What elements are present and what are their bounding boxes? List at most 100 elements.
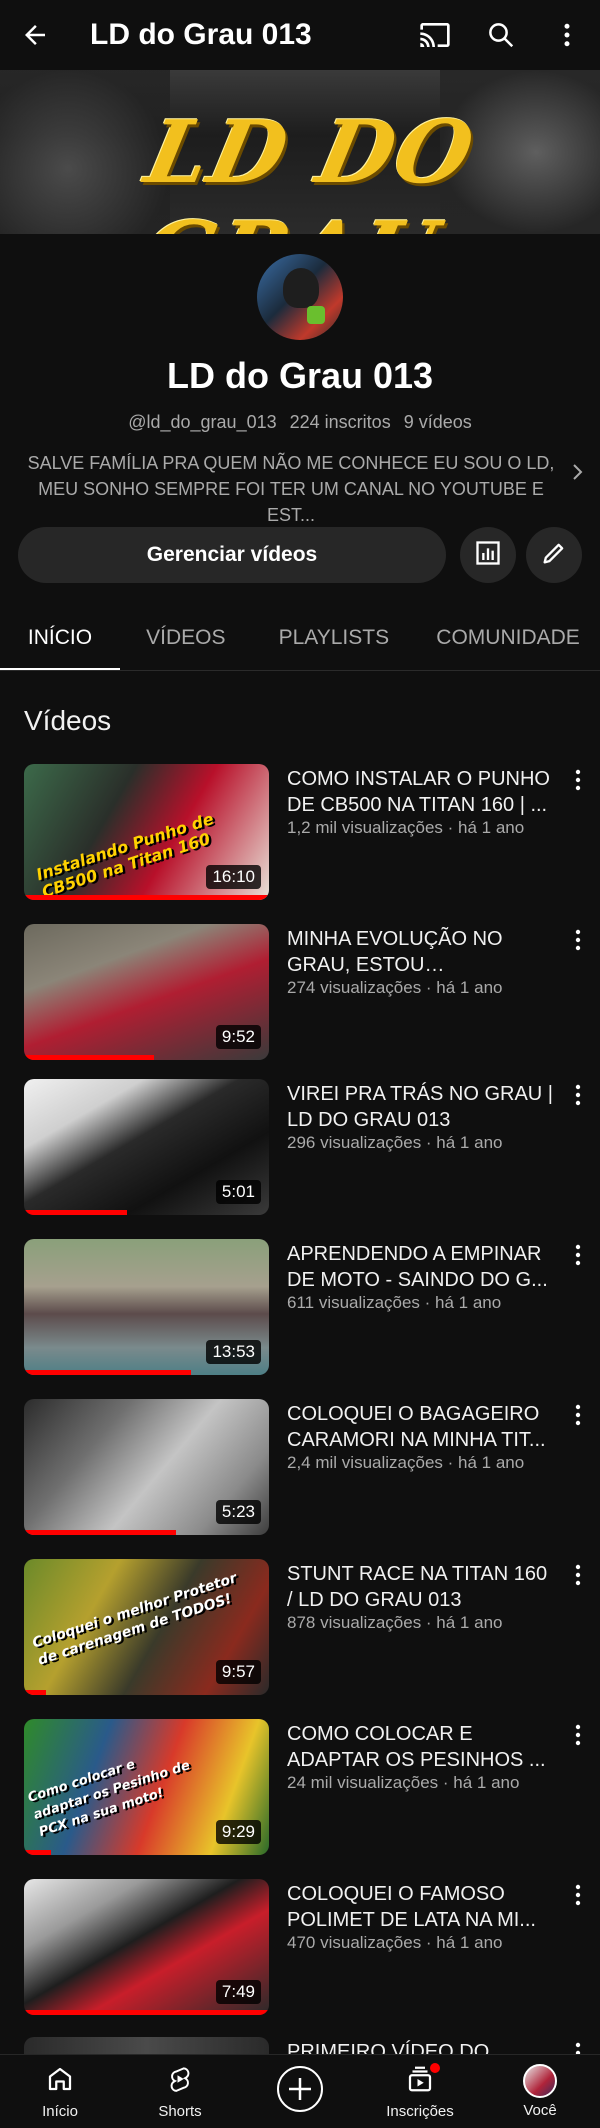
duration-badge: 16:10 bbox=[206, 865, 261, 889]
watch-progress-bar bbox=[24, 2010, 269, 2015]
bottom-navigation: Início Shorts Inscrições Você bbox=[0, 2054, 600, 2128]
nav-shorts[interactable]: Shorts bbox=[120, 2055, 240, 2128]
edit-channel-button[interactable] bbox=[526, 527, 582, 583]
video-thumbnail[interactable]: 5:01 bbox=[24, 1079, 269, 1215]
analytics-icon bbox=[474, 539, 502, 572]
video-meta: 296 visualizações · há 1 ano bbox=[287, 1133, 503, 1152]
cast-icon[interactable] bbox=[402, 0, 468, 70]
video-meta: 470 visualizações · há 1 ano bbox=[287, 1933, 503, 1952]
home-icon bbox=[45, 2064, 75, 2099]
top-app-bar: LD do Grau 013 bbox=[0, 0, 600, 70]
video-thumbnail[interactable]: 9:52 bbox=[24, 924, 269, 1060]
avatar-face bbox=[283, 268, 319, 308]
chevron-right-icon[interactable] bbox=[565, 460, 589, 484]
watch-progress-bar bbox=[24, 1850, 51, 1855]
more-vert-icon[interactable] bbox=[566, 1881, 590, 1909]
more-vert-icon[interactable] bbox=[566, 766, 590, 794]
watch-progress-bar bbox=[24, 895, 269, 900]
duration-badge: 7:49 bbox=[215, 1980, 261, 2004]
nav-subscriptions-label: Inscrições bbox=[386, 2102, 454, 2120]
video-thumbnail[interactable]: Instalando Punho de CB500 na Titan 160 1… bbox=[24, 764, 269, 900]
channel-tabs: INÍCIO VÍDEOS PLAYLISTS COMUNIDADE bbox=[0, 605, 600, 671]
notification-dot bbox=[430, 2063, 440, 2073]
channel-meta: @ld_do_grau_013 224 inscritos 9 vídeos bbox=[0, 412, 600, 433]
shorts-icon bbox=[165, 2064, 195, 2099]
channel-avatar[interactable] bbox=[257, 254, 343, 340]
banner-logo-text: LD DO GRAU bbox=[131, 102, 484, 234]
watch-progress-bar bbox=[24, 1055, 154, 1060]
channel-banner: LD DO GRAU bbox=[0, 70, 600, 234]
video-thumbnail[interactable]: Coloquei o melhor Protetor de carenagem … bbox=[24, 1559, 269, 1695]
nav-create[interactable] bbox=[240, 2055, 360, 2128]
duration-badge: 13:53 bbox=[206, 1340, 261, 1364]
duration-badge: 9:57 bbox=[215, 1660, 261, 1684]
video-title[interactable]: COMO INSTALAR O PUNHO DE CB500 NA TITAN … bbox=[287, 766, 557, 818]
channel-handle: @ld_do_grau_013 bbox=[128, 412, 277, 432]
video-title[interactable]: APRENDENDO A EMPINAR DE MOTO - SAINDO DO… bbox=[287, 1241, 557, 1293]
back-arrow-icon[interactable] bbox=[0, 0, 70, 70]
thumbnail-overlay-text: Como colocar e adaptar os Pesinho de PCX… bbox=[26, 1757, 192, 1841]
more-vert-icon[interactable] bbox=[566, 1401, 590, 1429]
tab-comunidade[interactable]: COMUNIDADE bbox=[416, 605, 600, 670]
video-title[interactable]: STUNT RACE NA TITAN 160 / LD DO GRAU 013 bbox=[287, 1561, 557, 1613]
video-meta: 2,4 mil visualizações · há 1 ano bbox=[287, 1453, 525, 1472]
list-item[interactable]: Instalando Punho de CB500 na Titan 160 1… bbox=[0, 764, 600, 904]
video-title[interactable]: COMO COLOCAR E ADAPTAR OS PESINHOS ... bbox=[287, 1721, 557, 1773]
list-item[interactable]: 13:53 APRENDENDO A EMPINAR DE MOTO - SAI… bbox=[0, 1239, 600, 1379]
channel-title: LD do Grau 013 bbox=[90, 18, 312, 51]
watch-progress-bar bbox=[24, 1530, 176, 1535]
list-item[interactable]: 5:01 VIREI PRA TRÁS NO GRAU | LD DO GRAU… bbox=[0, 1079, 600, 1219]
video-thumbnail[interactable]: Como colocar e adaptar os Pesinho de PCX… bbox=[24, 1719, 269, 1855]
list-item[interactable]: Como colocar e adaptar os Pesinho de PCX… bbox=[0, 1719, 600, 1859]
video-thumbnail[interactable]: 7:49 bbox=[24, 1879, 269, 2015]
you-avatar bbox=[523, 2064, 557, 2098]
video-meta: 878 visualizações · há 1 ano bbox=[287, 1613, 503, 1632]
pencil-icon bbox=[540, 539, 568, 572]
nav-you[interactable]: Você bbox=[480, 2055, 600, 2128]
manage-videos-button[interactable]: Gerenciar vídeos bbox=[18, 527, 446, 583]
more-vert-icon[interactable] bbox=[566, 1241, 590, 1269]
list-item[interactable]: 9:52 MINHA EVOLUÇÃO NO GRAU, ESTOU EVOLU… bbox=[0, 924, 600, 1064]
channel-description[interactable]: SALVE FAMÍLIA PRA QUEM NÃO ME CONHECE EU… bbox=[26, 450, 556, 528]
avatar-leaf-mark bbox=[307, 306, 325, 324]
tab-inicio[interactable]: INÍCIO bbox=[0, 605, 120, 670]
nav-home[interactable]: Início bbox=[0, 2055, 120, 2128]
subscriber-count: 224 inscritos bbox=[289, 412, 391, 432]
video-title[interactable]: VIREI PRA TRÁS NO GRAU | LD DO GRAU 013 bbox=[287, 1081, 557, 1133]
thumbnail-overlay-text: Coloquei o melhor Protetor de carenagem … bbox=[30, 1570, 239, 1669]
nav-home-label: Início bbox=[42, 2102, 78, 2120]
nav-you-label: Você bbox=[523, 2102, 557, 2119]
video-count: 9 vídeos bbox=[403, 412, 472, 432]
video-meta: 274 visualizações · há 1 ano bbox=[287, 978, 503, 997]
list-item[interactable]: 7:49 COLOQUEI O FAMOSO POLIMET DE LATA N… bbox=[0, 1879, 600, 2019]
video-title[interactable]: COLOQUEI O BAGAGEIRO CARAMORI NA MINHA T… bbox=[287, 1401, 557, 1453]
more-vert-icon[interactable] bbox=[566, 1561, 590, 1589]
videos-section-title: Vídeos bbox=[24, 705, 112, 736]
video-meta: 1,2 mil visualizações · há 1 ano bbox=[287, 818, 525, 837]
more-vert-icon[interactable] bbox=[534, 0, 600, 70]
more-vert-icon[interactable] bbox=[566, 926, 590, 954]
analytics-button[interactable] bbox=[460, 527, 516, 583]
duration-badge: 5:01 bbox=[215, 1180, 261, 1204]
video-title[interactable]: COLOQUEI O FAMOSO POLIMET DE LATA NA MI.… bbox=[287, 1881, 557, 1933]
video-thumbnail[interactable]: 13:53 bbox=[24, 1239, 269, 1375]
duration-badge: 5:23 bbox=[215, 1500, 261, 1524]
duration-badge: 9:52 bbox=[215, 1025, 261, 1049]
nav-subscriptions[interactable]: Inscrições bbox=[360, 2055, 480, 2128]
watch-progress-bar bbox=[24, 1370, 191, 1375]
nav-shorts-label: Shorts bbox=[158, 2102, 202, 2120]
watch-progress-bar bbox=[24, 1690, 47, 1695]
video-title[interactable]: MINHA EVOLUÇÃO NO GRAU, ESTOU EVOLUINDO.… bbox=[287, 926, 557, 978]
tab-videos[interactable]: VÍDEOS bbox=[120, 605, 252, 670]
tab-playlists[interactable]: PLAYLISTS bbox=[252, 605, 417, 670]
search-icon[interactable] bbox=[468, 0, 534, 70]
create-plus-icon bbox=[275, 2064, 325, 2119]
video-meta: 611 visualizações · há 1 ano bbox=[287, 1293, 502, 1312]
list-item[interactable]: Coloquei o melhor Protetor de carenagem … bbox=[0, 1559, 600, 1699]
description-line-1: SALVE FAMÍLIA PRA QUEM NÃO ME CONHECE EU… bbox=[27, 453, 555, 473]
more-vert-icon[interactable] bbox=[566, 1081, 590, 1109]
more-vert-icon[interactable] bbox=[566, 1721, 590, 1749]
description-line-2: MEU SONHO SEMPRE FOI TER UM CANAL NO YOU… bbox=[38, 479, 544, 525]
video-thumbnail[interactable]: 5:23 bbox=[24, 1399, 269, 1535]
list-item[interactable]: 5:23 COLOQUEI O BAGAGEIRO CARAMORI NA MI… bbox=[0, 1399, 600, 1539]
